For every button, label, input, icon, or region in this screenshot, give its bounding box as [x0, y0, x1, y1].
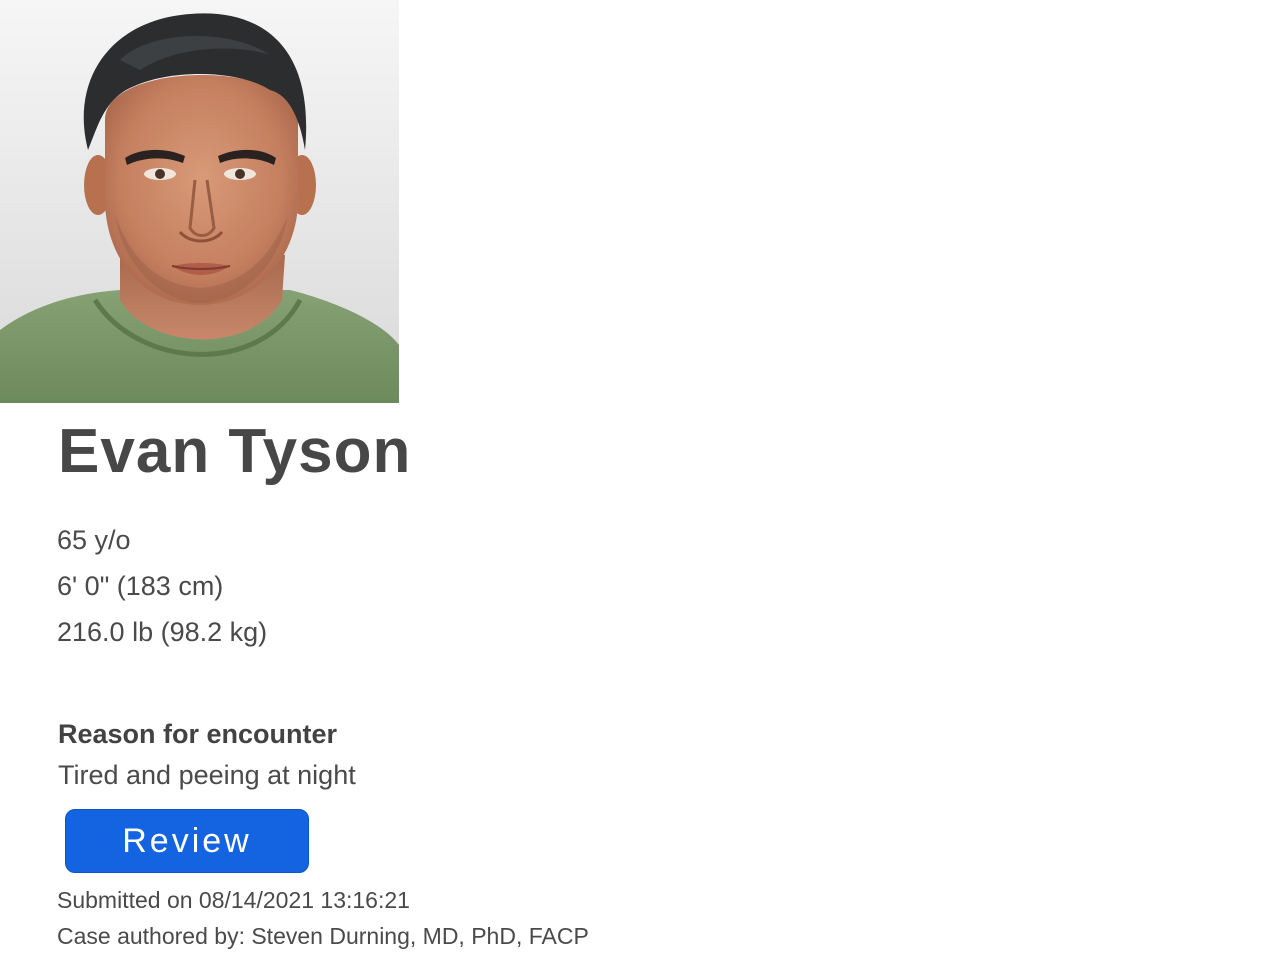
patient-card: Evan Tyson 65 y/o 6' 0" (183 cm) 216.0 l… [0, 0, 1264, 954]
review-button[interactable]: Review [65, 809, 309, 873]
submitted-timestamp: Submitted on 08/14/2021 13:16:21 [57, 887, 410, 913]
case-meta: Submitted on 08/14/2021 13:16:21 Case au… [57, 882, 589, 954]
patient-height: 6' 0" (183 cm) [57, 571, 224, 601]
reason-for-encounter-label: Reason for encounter [58, 719, 338, 749]
patient-weight: 216.0 lb (98.2 kg) [57, 617, 268, 647]
reason-for-encounter-text: Tired and peeing at night [58, 760, 356, 790]
case-author: Case authored by: Steven Durning, MD, Ph… [57, 923, 589, 949]
patient-name: Evan Tyson [58, 417, 412, 486]
patient-stats: 65 y/o 6' 0" (183 cm) 216.0 lb (98.2 kg) [57, 517, 267, 655]
patient-age: 65 y/o [57, 525, 131, 555]
patient-avatar [0, 0, 399, 403]
